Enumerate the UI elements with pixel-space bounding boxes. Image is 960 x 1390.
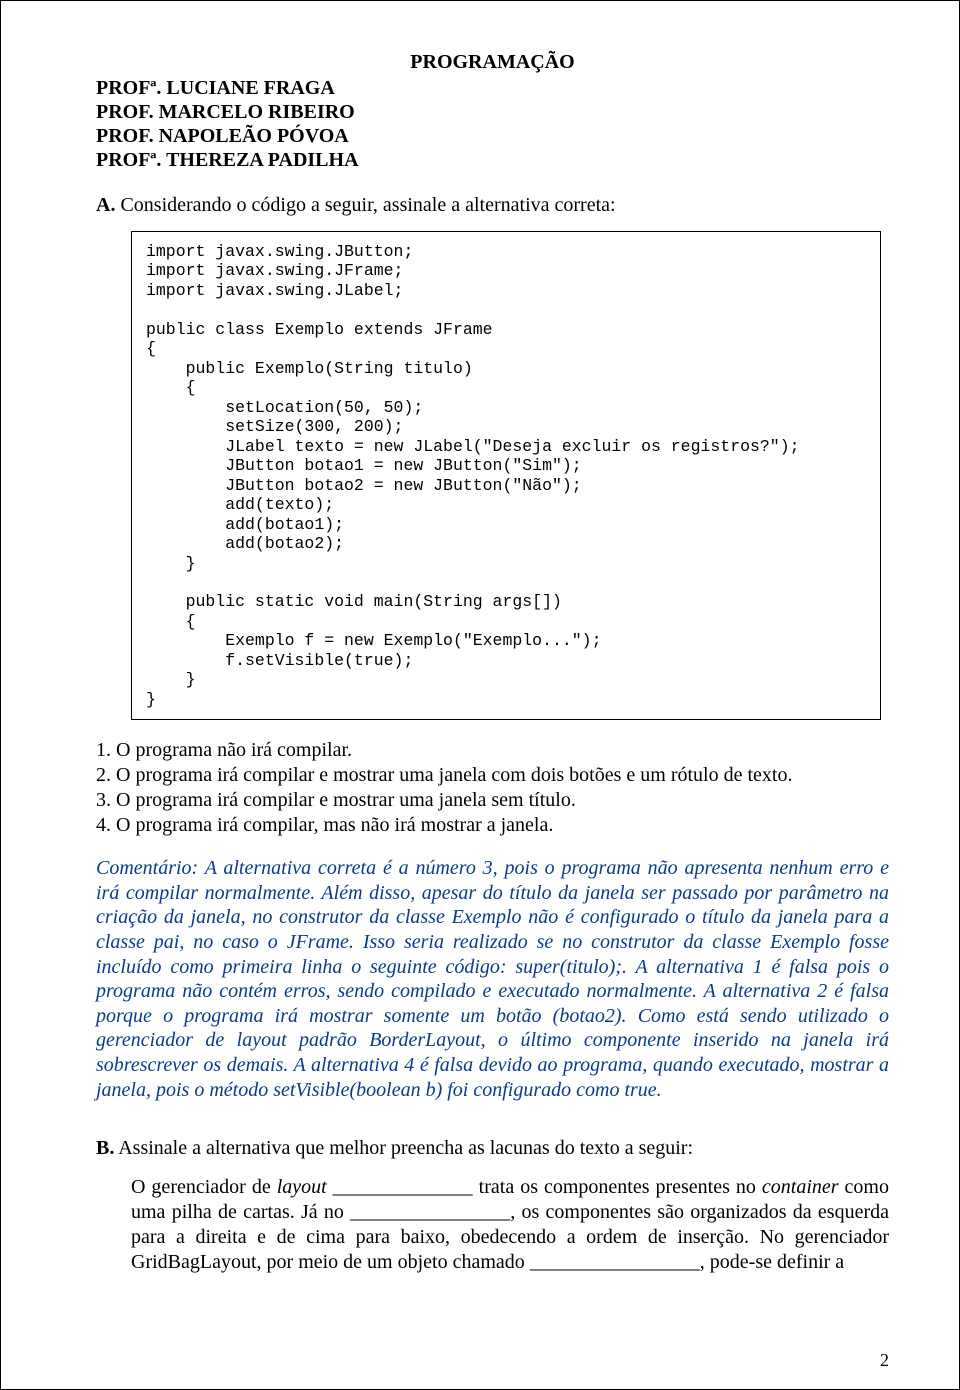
answer-comment: Comentário: A alternativa correta é a nú… bbox=[96, 856, 889, 1102]
body-italic-2: container bbox=[762, 1176, 839, 1198]
section-a-label: A. bbox=[96, 194, 115, 216]
professor-line-3: PROF. NAPOLEÃO PÓVOA bbox=[96, 124, 889, 148]
option-2: 2. O programa irá compilar e mostrar uma… bbox=[96, 763, 889, 788]
page-title: PROGRAMAÇÃO bbox=[96, 51, 889, 74]
page-number: 2 bbox=[880, 1350, 889, 1371]
body-italic-1: layout bbox=[277, 1176, 327, 1198]
section-b-text: Assinale a alternativa que melhor preenc… bbox=[114, 1137, 693, 1159]
section-b-label: B. bbox=[96, 1137, 114, 1159]
section-a-text: Considerando o código a seguir, assinale… bbox=[115, 194, 615, 216]
option-3: 3. O programa irá compilar e mostrar uma… bbox=[96, 788, 889, 813]
body-part-1: O gerenciador de bbox=[131, 1176, 277, 1198]
document-page: PROGRAMAÇÃO PROFª. LUCIANE FRAGA PROF. M… bbox=[0, 0, 960, 1390]
professor-line-1: PROFª. LUCIANE FRAGA bbox=[96, 76, 889, 100]
section-b-body: O gerenciador de layout ______________ t… bbox=[131, 1175, 889, 1274]
professor-line-4: PROFª. THEREZA PADILHA bbox=[96, 148, 889, 172]
code-block: import javax.swing.JButton; import javax… bbox=[131, 231, 881, 720]
option-1: 1. O programa não irá compilar. bbox=[96, 738, 889, 763]
body-part-2: ______________ trata os componentes pres… bbox=[327, 1176, 762, 1198]
professor-line-2: PROF. MARCELO RIBEIRO bbox=[96, 100, 889, 124]
section-b-intro: B. Assinale a alternativa que melhor pre… bbox=[96, 1136, 889, 1161]
option-4: 4. O programa irá compilar, mas não irá … bbox=[96, 813, 889, 838]
section-a-intro: A. Considerando o código a seguir, assin… bbox=[96, 194, 889, 217]
answer-options: 1. O programa não irá compilar. 2. O pro… bbox=[96, 738, 889, 838]
